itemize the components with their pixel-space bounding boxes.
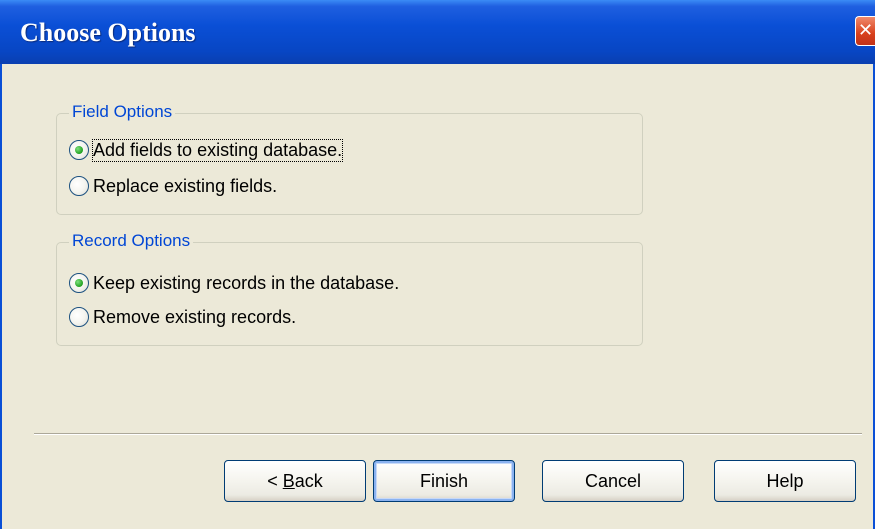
title-bar[interactable]: Choose Options ✕ bbox=[0, 0, 875, 64]
close-icon: ✕ bbox=[857, 20, 874, 40]
record-options-legend: Record Options bbox=[69, 231, 194, 251]
replace-fields-label[interactable]: Replace existing fields. bbox=[93, 176, 277, 197]
back-prefix: < bbox=[267, 470, 283, 491]
finish-button[interactable]: Finish bbox=[373, 460, 515, 502]
remove-records-label[interactable]: Remove existing records. bbox=[93, 307, 296, 328]
replace-fields-radio[interactable] bbox=[69, 176, 89, 196]
keep-records-radio-option[interactable]: Keep existing records in the database. bbox=[69, 271, 399, 295]
field-options-group: Field Options Add fields to existing dat… bbox=[56, 102, 643, 215]
replace-fields-radio-option[interactable]: Replace existing fields. bbox=[69, 174, 277, 198]
button-separator bbox=[34, 433, 862, 435]
add-fields-label[interactable]: Add fields to existing database. bbox=[91, 138, 344, 162]
back-mnemonic: B bbox=[282, 470, 295, 491]
back-button[interactable]: < Back bbox=[224, 460, 366, 502]
keep-records-radio[interactable] bbox=[69, 273, 89, 293]
add-fields-radio[interactable] bbox=[69, 140, 89, 160]
radio-selected-dot bbox=[75, 146, 83, 154]
field-options-legend: Field Options bbox=[69, 102, 176, 122]
cancel-button[interactable]: Cancel bbox=[542, 460, 684, 502]
keep-records-label[interactable]: Keep existing records in the database. bbox=[93, 273, 399, 294]
radio-selected-dot bbox=[75, 279, 83, 287]
window-title: Choose Options bbox=[20, 18, 196, 47]
close-button[interactable]: ✕ bbox=[855, 16, 875, 46]
help-button[interactable]: Help bbox=[714, 460, 856, 502]
add-fields-radio-option[interactable]: Add fields to existing database. bbox=[69, 138, 344, 162]
record-options-group: Record Options Keep existing records in … bbox=[56, 231, 643, 346]
back-rest: ack bbox=[294, 470, 323, 491]
remove-records-radio-option[interactable]: Remove existing records. bbox=[69, 305, 296, 329]
remove-records-radio[interactable] bbox=[69, 307, 89, 327]
